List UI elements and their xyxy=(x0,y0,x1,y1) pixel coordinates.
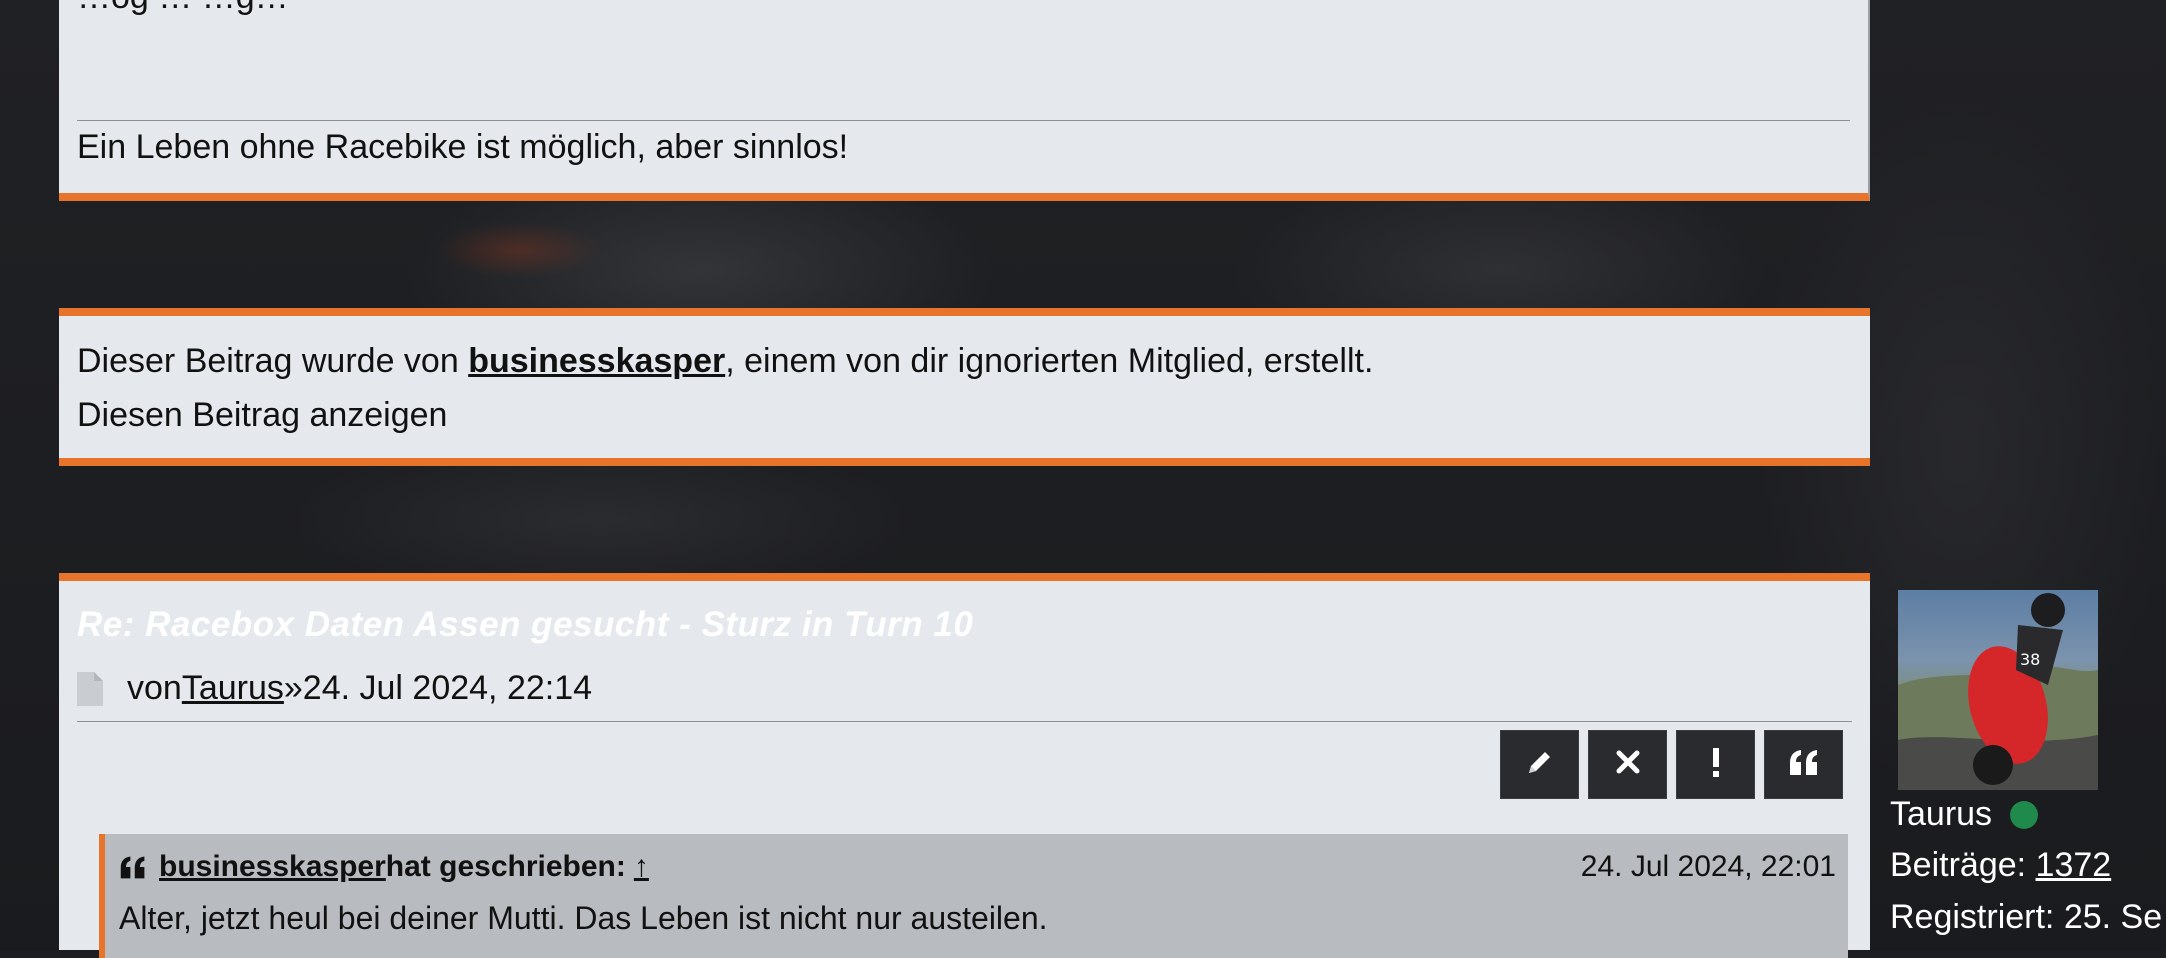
profile-username: Taurus xyxy=(1890,795,2039,834)
svg-text:38: 38 xyxy=(2020,650,2040,669)
post-meta: von Taurus »24. Jul 2024, 22:14 xyxy=(77,669,592,708)
posts-count-link[interactable]: 1372 xyxy=(2036,846,2112,884)
signature: Ein Leben ohne Racebike ist möglich, abe… xyxy=(77,128,849,166)
post-date: »24. Jul 2024, 22:14 xyxy=(283,669,593,707)
ignored-post-notice: Dieser Beitrag wurde von businesskasper,… xyxy=(59,308,1870,466)
post-divider xyxy=(77,721,1852,722)
profile-username-text[interactable]: Taurus xyxy=(1890,795,1992,834)
post: Re: Racebox Daten Assen gesucht - Sturz … xyxy=(59,573,1870,958)
signature-separator xyxy=(77,120,1850,121)
author-link[interactable]: Taurus xyxy=(182,669,284,708)
post-title[interactable]: Re: Racebox Daten Assen gesucht - Sturz … xyxy=(77,605,973,645)
post-actions xyxy=(1500,730,1843,799)
show-post-link[interactable]: Diesen Beitrag anzeigen xyxy=(77,396,447,435)
online-status-icon xyxy=(2010,800,2039,829)
profile-posts: Beiträge: 1372 xyxy=(1890,846,2111,885)
quote-header: businesskasper hat geschrieben: ↑ xyxy=(119,850,649,884)
document-icon[interactable] xyxy=(77,671,103,706)
avatar[interactable]: 38 xyxy=(1898,590,2098,790)
edit-button[interactable] xyxy=(1500,730,1579,799)
quote-icon xyxy=(119,855,147,879)
quote-button[interactable] xyxy=(1764,730,1843,799)
ignored-suffix: , einem von dir ignorierten Mitglied, er… xyxy=(725,342,1374,380)
profile-registered: Registriert: 25. Se xyxy=(1890,898,2163,936)
by-label: von xyxy=(127,669,182,707)
quote-icon xyxy=(1788,749,1820,780)
close-icon xyxy=(1615,749,1641,780)
quote-date: 24. Jul 2024, 22:01 xyxy=(1580,850,1836,883)
previous-post-text: …og … …g… xyxy=(77,0,289,17)
exclamation-icon xyxy=(1710,747,1722,782)
ignored-prefix: Dieser Beitrag wurde von xyxy=(77,342,469,380)
report-button[interactable] xyxy=(1676,730,1755,799)
ignored-user-link[interactable]: businesskasper xyxy=(468,342,725,380)
delete-button[interactable] xyxy=(1588,730,1667,799)
quote-block: businesskasper hat geschrieben: ↑ 24. Jul… xyxy=(99,834,1848,958)
jump-to-quote-link[interactable]: ↑ xyxy=(634,850,649,884)
quote-text: Alter, jetzt heul bei deiner Mutti. Das … xyxy=(119,900,1048,936)
ignored-post-message: Dieser Beitrag wurde von businesskasper,… xyxy=(77,342,1373,381)
pencil-icon xyxy=(1525,747,1555,782)
wrote-label: hat geschrieben: xyxy=(385,850,626,883)
quoted-user-link[interactable]: businesskasper xyxy=(159,850,386,884)
previous-post: …og … …g… Ein Leben ohne Racebike ist mö… xyxy=(59,0,1870,201)
posts-label: Beiträge: xyxy=(1890,846,2036,884)
